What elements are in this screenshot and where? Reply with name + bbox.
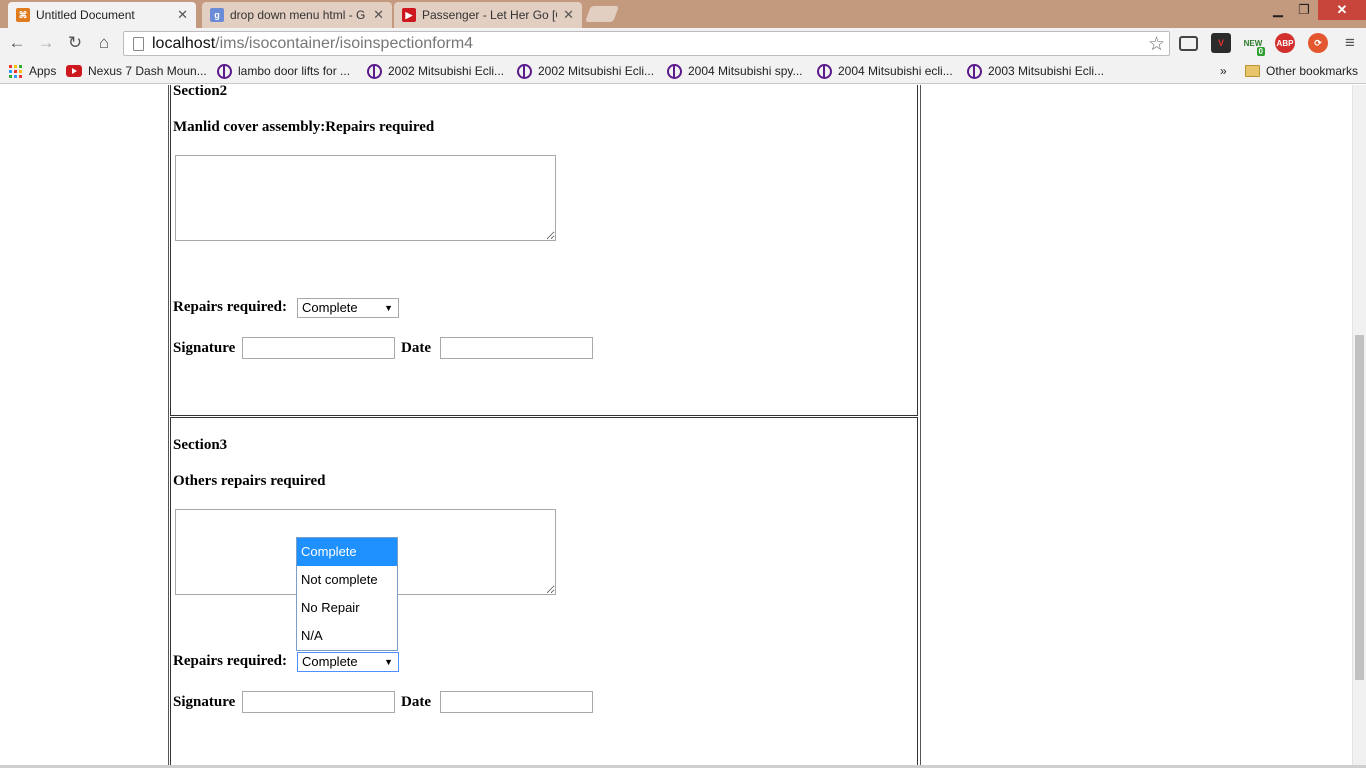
close-tab-icon[interactable]: ✕ <box>563 7 574 23</box>
refresh-extension-icon[interactable]: ⟳ <box>1308 33 1328 53</box>
other-bookmarks-label: Other bookmarks <box>1266 64 1359 78</box>
bookmark-mitsubishi-4[interactable]: 2004 Mitsubishi ecli... <box>816 62 953 80</box>
apps-grid-icon <box>7 63 23 79</box>
tab-youtube[interactable]: ▶ Passenger - Let Her Go [O ✕ <box>394 2 582 28</box>
bookmark-mitsubishi-5[interactable]: 2003 Mitsubishi Ecli... <box>966 62 1104 80</box>
peace-sign-icon <box>516 63 532 79</box>
section2-title: Section2 <box>173 85 228 99</box>
restore-icon[interactable]: ❐ <box>1290 0 1318 20</box>
address-bar[interactable]: localhost/ims/isocontainer/isoinspection… <box>123 31 1170 56</box>
bookmarks-bar: Apps Nexus 7 Dash Moun... lambo door lif… <box>0 58 1366 84</box>
dropdown-option-na[interactable]: N/A <box>297 622 397 650</box>
section3-repairs-select[interactable]: Complete ▼ <box>297 652 399 672</box>
section3-box: Section3 Others repairs required Repairs… <box>170 417 918 768</box>
browser-toolbar: ← → ↻ ⌂ localhost/ims/isocontainer/isoin… <box>0 28 1366 58</box>
bookmark-label: Apps <box>29 64 57 78</box>
section2-notes-textarea[interactable] <box>175 155 556 241</box>
xampp-favicon-icon: ⌘ <box>16 8 30 22</box>
dropdown-arrow-icon: ▼ <box>384 657 393 667</box>
reload-icon[interactable]: ↻ <box>64 32 86 54</box>
section2-repairs-label: Repairs required: <box>173 299 288 315</box>
vivaldi-extension-icon[interactable]: V <box>1211 33 1231 53</box>
new-extension-icon[interactable]: NEW 0 <box>1243 33 1265 56</box>
section2-repairs-select[interactable]: Complete ▼ <box>297 298 399 318</box>
home-icon[interactable]: ⌂ <box>93 32 115 54</box>
peace-sign-icon <box>216 63 232 79</box>
forward-arrow-icon[interactable]: → <box>35 32 57 54</box>
bookmarks-overflow-chevron-icon[interactable]: » <box>1220 62 1227 80</box>
outer-border-left <box>168 85 169 768</box>
section2-box: Section2 Manlid cover assembly:Repairs r… <box>170 85 918 416</box>
section3-signature-input[interactable] <box>242 691 395 713</box>
back-arrow-icon[interactable]: ← <box>6 32 28 54</box>
bookmark-mitsubishi-2[interactable]: 2002 Mitsubishi Ecli... <box>516 62 654 80</box>
chrome-menu-icon[interactable]: ≡ <box>1340 33 1360 53</box>
new-tab-button[interactable] <box>585 6 619 22</box>
close-tab-icon[interactable]: ✕ <box>177 7 188 23</box>
bookmark-mitsubishi-3[interactable]: 2004 Mitsubishi spy... <box>666 62 803 80</box>
peace-sign-icon <box>816 63 832 79</box>
bookmark-label: 2004 Mitsubishi ecli... <box>838 64 953 78</box>
section3-date-input[interactable] <box>440 691 593 713</box>
select-value: Complete <box>302 300 358 315</box>
bookmark-lambo-door[interactable]: lambo door lifts for ... <box>216 62 350 80</box>
minimize-icon[interactable]: ▁ <box>1264 0 1292 20</box>
bookmark-label: 2002 Mitsubishi Ecli... <box>388 64 505 78</box>
scrollbar-thumb[interactable] <box>1355 335 1364 680</box>
bookmark-nexus-7[interactable]: Nexus 7 Dash Moun... <box>66 62 207 80</box>
dropdown-option-complete[interactable]: Complete <box>297 538 397 566</box>
dropdown-arrow-icon: ▼ <box>384 303 393 313</box>
bookmark-label: 2003 Mitsubishi Ecli... <box>988 64 1105 78</box>
section2-date-input[interactable] <box>440 337 593 359</box>
url-host: localhost <box>152 34 216 52</box>
youtube-icon <box>66 63 82 79</box>
outer-border-right <box>920 85 921 768</box>
tab-google-search[interactable]: g drop down menu html - G ✕ <box>202 2 392 28</box>
bookmark-apps[interactable]: Apps <box>7 62 56 80</box>
section2-signature-label: Signature <box>173 340 236 356</box>
section2-signature-input[interactable] <box>242 337 395 359</box>
tab-strip: ⌘ Untitled Document ✕ g drop down menu h… <box>0 0 1366 28</box>
new-count-badge: 0 <box>1256 47 1265 56</box>
close-window-icon[interactable]: ✕ <box>1318 0 1366 20</box>
bookmark-star-icon[interactable]: ☆ <box>1148 33 1165 56</box>
page-viewport: Section2 Manlid cover assembly:Repairs r… <box>0 85 1352 768</box>
peace-sign-icon <box>966 63 982 79</box>
bookmark-mitsubishi-1[interactable]: 2002 Mitsubishi Ecli... <box>366 62 504 80</box>
folder-icon <box>1244 63 1260 79</box>
other-bookmarks[interactable]: Other bookmarks <box>1244 62 1358 80</box>
url-path: /ims/isocontainer/isoinspectionform4 <box>215 34 474 52</box>
section3-date-label: Date <box>401 694 431 710</box>
bookmark-label: 2002 Mitsubishi Ecli... <box>538 64 655 78</box>
google-favicon-icon: g <box>210 8 224 22</box>
close-tab-icon[interactable]: ✕ <box>373 7 384 23</box>
tab-title: Untitled Document <box>36 8 135 22</box>
tab-title: Passenger - Let Her Go [O <box>422 8 558 22</box>
vertical-scrollbar[interactable] <box>1352 85 1366 768</box>
section2-label: Manlid cover assembly:Repairs required <box>173 119 435 135</box>
bookmark-label: lambo door lifts for ... <box>238 64 351 78</box>
tab-title: drop down menu html - G <box>230 8 366 22</box>
section3-signature-label: Signature <box>173 694 236 710</box>
section2-date-label: Date <box>401 340 431 356</box>
youtube-favicon-icon: ▶ <box>402 8 416 22</box>
section3-title: Section3 <box>173 437 228 453</box>
adblock-plus-icon[interactable]: ABP <box>1275 33 1295 53</box>
section3-repairs-label: Repairs required: <box>173 653 288 669</box>
peace-sign-icon <box>366 63 382 79</box>
dropdown-option-not-complete[interactable]: Not complete <box>297 566 397 594</box>
bookmark-label: Nexus 7 Dash Moun... <box>88 64 207 78</box>
tab-untitled-document[interactable]: ⌘ Untitled Document ✕ <box>8 2 196 28</box>
page-icon <box>133 36 144 51</box>
cast-icon[interactable] <box>1179 36 1198 51</box>
section3-label: Others repairs required <box>173 473 326 489</box>
repairs-dropdown-list: Complete Not complete No Repair N/A <box>296 537 398 651</box>
dropdown-option-no-repair[interactable]: No Repair <box>297 594 397 622</box>
select-value: Complete <box>302 654 358 669</box>
bookmark-label: 2004 Mitsubishi spy... <box>688 64 803 78</box>
peace-sign-icon <box>666 63 682 79</box>
